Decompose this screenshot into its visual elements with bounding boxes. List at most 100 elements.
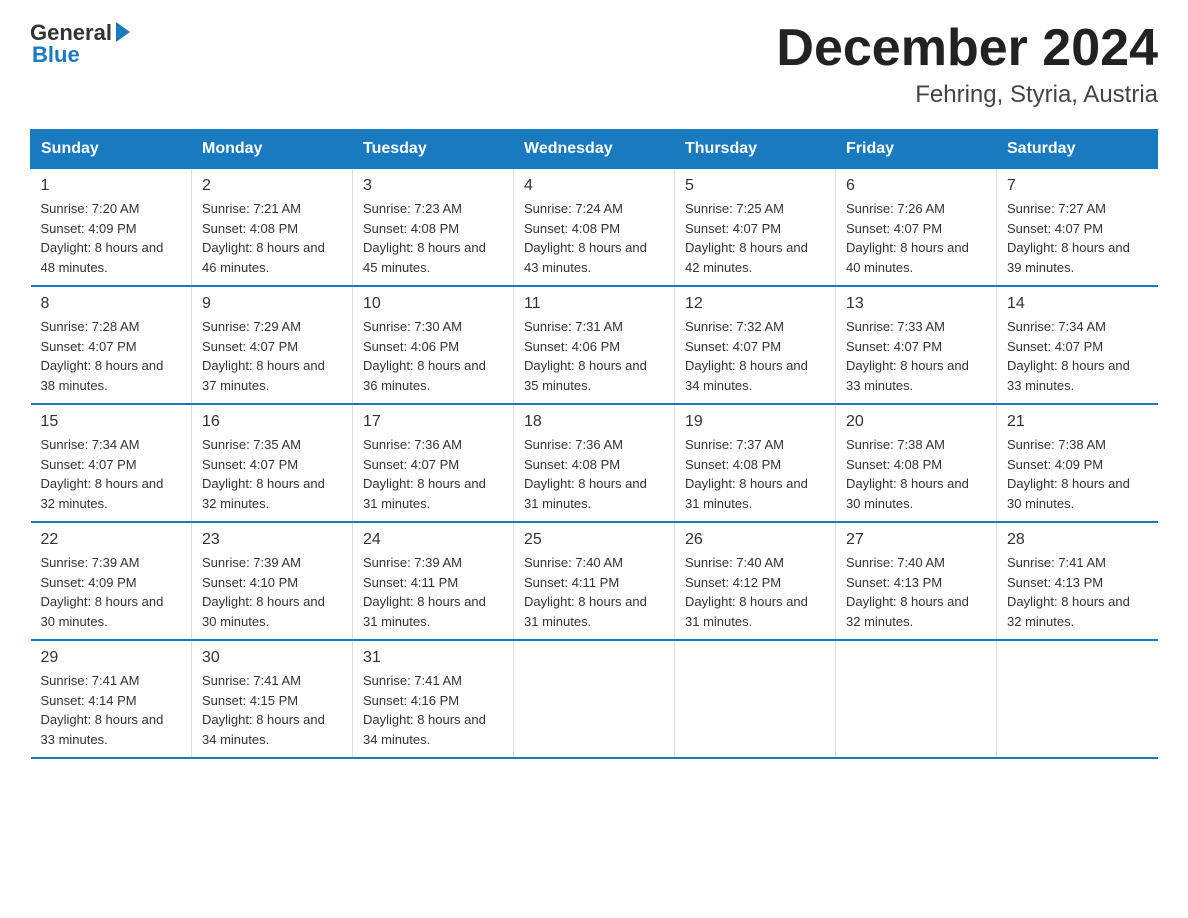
table-row: 5 Sunrise: 7:25 AM Sunset: 4:07 PM Dayli… (675, 169, 836, 287)
sunrise-label: Sunrise: 7:36 AM (524, 437, 623, 452)
table-row: 16 Sunrise: 7:35 AM Sunset: 4:07 PM Dayl… (192, 404, 353, 522)
sunrise-label: Sunrise: 7:30 AM (363, 319, 462, 334)
day-info: Sunrise: 7:26 AM Sunset: 4:07 PM Dayligh… (846, 199, 986, 277)
table-row: 29 Sunrise: 7:41 AM Sunset: 4:14 PM Dayl… (31, 640, 192, 758)
day-number: 28 (1007, 531, 1148, 549)
table-row: 31 Sunrise: 7:41 AM Sunset: 4:16 PM Dayl… (353, 640, 514, 758)
table-row: 3 Sunrise: 7:23 AM Sunset: 4:08 PM Dayli… (353, 169, 514, 287)
sunset-label: Sunset: 4:12 PM (685, 575, 781, 590)
sunset-label: Sunset: 4:10 PM (202, 575, 298, 590)
day-info: Sunrise: 7:38 AM Sunset: 4:09 PM Dayligh… (1007, 435, 1148, 513)
daylight-label: Daylight: 8 hours and 40 minutes. (846, 240, 969, 275)
sunset-label: Sunset: 4:08 PM (524, 457, 620, 472)
table-row (675, 640, 836, 758)
sunset-label: Sunset: 4:08 PM (524, 221, 620, 236)
day-number: 15 (41, 413, 182, 431)
col-monday: Monday (192, 130, 353, 169)
table-row: 8 Sunrise: 7:28 AM Sunset: 4:07 PM Dayli… (31, 286, 192, 404)
day-info: Sunrise: 7:33 AM Sunset: 4:07 PM Dayligh… (846, 317, 986, 395)
daylight-label: Daylight: 8 hours and 31 minutes. (685, 476, 808, 511)
sunset-label: Sunset: 4:07 PM (41, 457, 137, 472)
table-row: 27 Sunrise: 7:40 AM Sunset: 4:13 PM Dayl… (836, 522, 997, 640)
day-info: Sunrise: 7:41 AM Sunset: 4:14 PM Dayligh… (41, 671, 182, 749)
calendar-week-row: 1 Sunrise: 7:20 AM Sunset: 4:09 PM Dayli… (31, 169, 1158, 287)
calendar-header-row: Sunday Monday Tuesday Wednesday Thursday… (31, 130, 1158, 169)
sunrise-label: Sunrise: 7:39 AM (202, 555, 301, 570)
table-row: 17 Sunrise: 7:36 AM Sunset: 4:07 PM Dayl… (353, 404, 514, 522)
day-number: 30 (202, 649, 342, 667)
day-number: 17 (363, 413, 503, 431)
logo: General Blue (30, 20, 130, 68)
sunrise-label: Sunrise: 7:34 AM (1007, 319, 1106, 334)
day-info: Sunrise: 7:34 AM Sunset: 4:07 PM Dayligh… (41, 435, 182, 513)
calendar-table: Sunday Monday Tuesday Wednesday Thursday… (30, 129, 1158, 759)
table-row: 24 Sunrise: 7:39 AM Sunset: 4:11 PM Dayl… (353, 522, 514, 640)
col-saturday: Saturday (997, 130, 1158, 169)
day-info: Sunrise: 7:31 AM Sunset: 4:06 PM Dayligh… (524, 317, 664, 395)
sunset-label: Sunset: 4:07 PM (1007, 339, 1103, 354)
day-info: Sunrise: 7:40 AM Sunset: 4:11 PM Dayligh… (524, 553, 664, 631)
sunrise-label: Sunrise: 7:25 AM (685, 201, 784, 216)
table-row: 9 Sunrise: 7:29 AM Sunset: 4:07 PM Dayli… (192, 286, 353, 404)
title-block: December 2024 Fehring, Styria, Austria (776, 20, 1158, 109)
sunset-label: Sunset: 4:07 PM (202, 457, 298, 472)
page-title: December 2024 (776, 20, 1158, 77)
sunset-label: Sunset: 4:09 PM (41, 575, 137, 590)
table-row: 4 Sunrise: 7:24 AM Sunset: 4:08 PM Dayli… (514, 169, 675, 287)
day-number: 20 (846, 413, 986, 431)
sunset-label: Sunset: 4:07 PM (685, 221, 781, 236)
daylight-label: Daylight: 8 hours and 32 minutes. (846, 594, 969, 629)
daylight-label: Daylight: 8 hours and 31 minutes. (363, 594, 486, 629)
sunrise-label: Sunrise: 7:37 AM (685, 437, 784, 452)
day-info: Sunrise: 7:39 AM Sunset: 4:10 PM Dayligh… (202, 553, 342, 631)
sunset-label: Sunset: 4:07 PM (846, 221, 942, 236)
sunset-label: Sunset: 4:13 PM (846, 575, 942, 590)
day-info: Sunrise: 7:34 AM Sunset: 4:07 PM Dayligh… (1007, 317, 1148, 395)
day-info: Sunrise: 7:40 AM Sunset: 4:12 PM Dayligh… (685, 553, 825, 631)
sunset-label: Sunset: 4:11 PM (524, 575, 619, 590)
day-number: 26 (685, 531, 825, 549)
table-row: 12 Sunrise: 7:32 AM Sunset: 4:07 PM Dayl… (675, 286, 836, 404)
sunset-label: Sunset: 4:06 PM (524, 339, 620, 354)
day-number: 8 (41, 295, 182, 313)
sunrise-label: Sunrise: 7:28 AM (41, 319, 140, 334)
day-number: 2 (202, 177, 342, 195)
day-info: Sunrise: 7:40 AM Sunset: 4:13 PM Dayligh… (846, 553, 986, 631)
day-info: Sunrise: 7:28 AM Sunset: 4:07 PM Dayligh… (41, 317, 182, 395)
daylight-label: Daylight: 8 hours and 42 minutes. (685, 240, 808, 275)
sunset-label: Sunset: 4:07 PM (202, 339, 298, 354)
day-info: Sunrise: 7:38 AM Sunset: 4:08 PM Dayligh… (846, 435, 986, 513)
daylight-label: Daylight: 8 hours and 45 minutes. (363, 240, 486, 275)
sunset-label: Sunset: 4:13 PM (1007, 575, 1103, 590)
sunset-label: Sunset: 4:07 PM (41, 339, 137, 354)
sunrise-label: Sunrise: 7:40 AM (846, 555, 945, 570)
sunrise-label: Sunrise: 7:31 AM (524, 319, 623, 334)
day-number: 4 (524, 177, 664, 195)
col-friday: Friday (836, 130, 997, 169)
table-row: 10 Sunrise: 7:30 AM Sunset: 4:06 PM Dayl… (353, 286, 514, 404)
daylight-label: Daylight: 8 hours and 30 minutes. (1007, 476, 1130, 511)
day-info: Sunrise: 7:39 AM Sunset: 4:11 PM Dayligh… (363, 553, 503, 631)
daylight-label: Daylight: 8 hours and 48 minutes. (41, 240, 164, 275)
sunrise-label: Sunrise: 7:24 AM (524, 201, 623, 216)
daylight-label: Daylight: 8 hours and 34 minutes. (363, 712, 486, 747)
table-row: 19 Sunrise: 7:37 AM Sunset: 4:08 PM Dayl… (675, 404, 836, 522)
table-row (997, 640, 1158, 758)
page-subtitle: Fehring, Styria, Austria (776, 81, 1158, 109)
daylight-label: Daylight: 8 hours and 31 minutes. (524, 476, 647, 511)
sunrise-label: Sunrise: 7:35 AM (202, 437, 301, 452)
sunrise-label: Sunrise: 7:36 AM (363, 437, 462, 452)
table-row: 14 Sunrise: 7:34 AM Sunset: 4:07 PM Dayl… (997, 286, 1158, 404)
logo-triangle-icon (116, 22, 130, 42)
sunrise-label: Sunrise: 7:38 AM (1007, 437, 1106, 452)
day-number: 6 (846, 177, 986, 195)
day-info: Sunrise: 7:23 AM Sunset: 4:08 PM Dayligh… (363, 199, 503, 277)
table-row: 11 Sunrise: 7:31 AM Sunset: 4:06 PM Dayl… (514, 286, 675, 404)
day-info: Sunrise: 7:20 AM Sunset: 4:09 PM Dayligh… (41, 199, 182, 277)
day-number: 22 (41, 531, 182, 549)
sunrise-label: Sunrise: 7:38 AM (846, 437, 945, 452)
page-header: General Blue December 2024 Fehring, Styr… (30, 20, 1158, 109)
sunrise-label: Sunrise: 7:39 AM (363, 555, 462, 570)
daylight-label: Daylight: 8 hours and 38 minutes. (41, 358, 164, 393)
daylight-label: Daylight: 8 hours and 30 minutes. (202, 594, 325, 629)
